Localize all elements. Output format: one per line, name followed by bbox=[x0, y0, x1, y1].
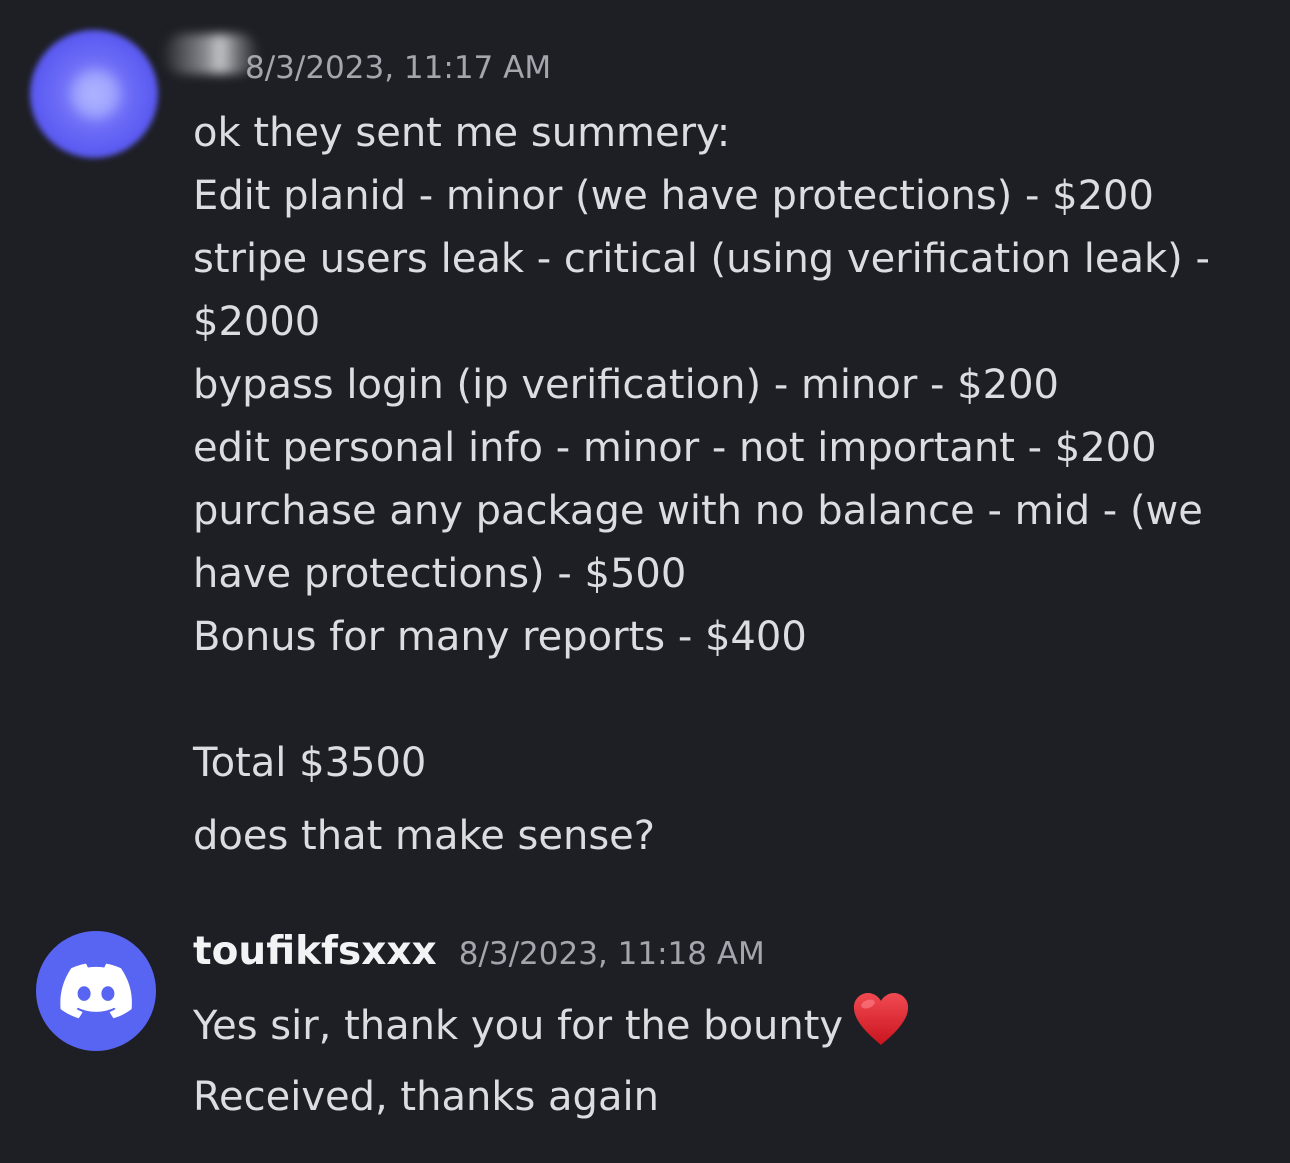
message-line: edit personal info - minor - not importa… bbox=[193, 425, 1157, 471]
avatar[interactable] bbox=[36, 931, 156, 1051]
message-line: have protections) - $500 bbox=[193, 551, 687, 597]
message-line: purchase any package with no balance - m… bbox=[193, 488, 1203, 534]
message-line: ok they sent me summery: bbox=[193, 110, 731, 156]
message-line: does that make sense? bbox=[193, 813, 655, 859]
message-body: Yes sir, thank you for the bounty Receiv… bbox=[193, 991, 1250, 1129]
message-line: bypass login (ip verification) - minor -… bbox=[193, 362, 1059, 408]
avatar-blur-highlight bbox=[72, 70, 120, 118]
message-line-text: Yes sir, thank you for the bounty bbox=[193, 1003, 844, 1049]
message-body: ok they sent me summery: Edit planid - m… bbox=[193, 102, 1250, 868]
message-line: stripe users leak - critical (using veri… bbox=[193, 236, 1210, 282]
message-line: $2000 bbox=[193, 299, 321, 345]
message-header: toufikfsxxx 8/3/2023, 11:18 AM bbox=[193, 929, 765, 974]
username-redacted[interactable] bbox=[165, 34, 257, 74]
message-line: Bonus for many reports - $400 bbox=[193, 614, 807, 660]
message-total-line: Total $3500 bbox=[193, 740, 427, 786]
avatar[interactable] bbox=[30, 30, 158, 158]
message-line: Yes sir, thank you for the bounty bbox=[193, 991, 1250, 1058]
message-line: Edit planid - minor (we have protections… bbox=[193, 173, 1154, 219]
timestamp[interactable]: 8/3/2023, 11:18 AM bbox=[459, 936, 765, 972]
heart-icon[interactable] bbox=[851, 991, 911, 1047]
discord-logo-icon bbox=[60, 963, 132, 1019]
message-line: Received, thanks again bbox=[193, 1074, 659, 1120]
timestamp[interactable]: 8/3/2023, 11:17 AM bbox=[245, 50, 551, 86]
username[interactable]: toufikfsxxx bbox=[193, 929, 437, 974]
